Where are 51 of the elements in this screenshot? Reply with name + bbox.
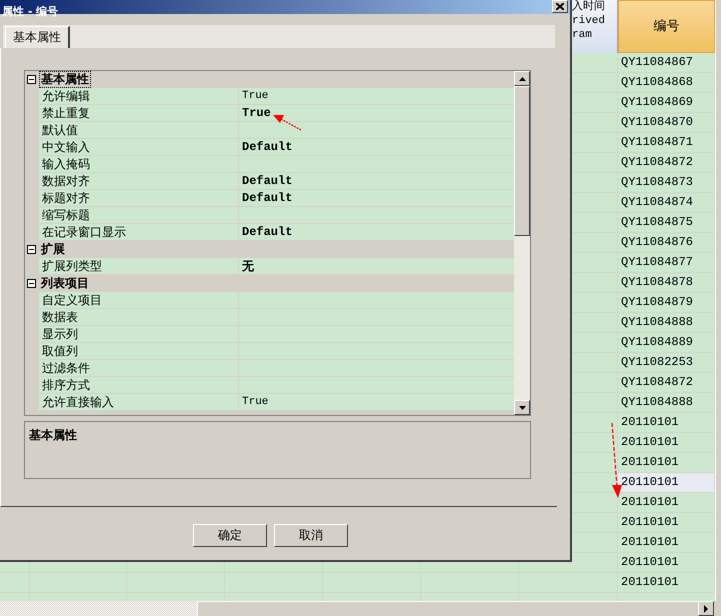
scrollbar-thumb[interactable]	[514, 86, 530, 236]
category-label[interactable]: 基本属性	[40, 72, 90, 87]
property-value[interactable]: True	[239, 105, 514, 122]
table-cell: 20110101	[618, 473, 715, 493]
property-name[interactable]: 取值列	[39, 343, 239, 360]
dialog-button[interactable]: 取消	[274, 524, 348, 547]
property-name[interactable]: 扩展列类型	[39, 258, 239, 275]
vertical-scrollbar[interactable]	[514, 71, 530, 415]
column-header[interactable]: 入时间 rived ram	[570, 0, 618, 53]
property-value[interactable]: 无	[239, 258, 514, 275]
property-name[interactable]: 排序方式	[39, 377, 239, 394]
property-name[interactable]: 禁止重复	[39, 105, 239, 122]
collapse-toggle[interactable]	[27, 279, 36, 288]
scroll-right-button[interactable]	[698, 601, 714, 616]
property-value[interactable]: True	[239, 394, 514, 411]
property-name[interactable]: 允许直接输入	[39, 394, 239, 411]
property-value[interactable]: True	[239, 88, 514, 105]
property-name[interactable]: 允许编辑	[39, 88, 239, 105]
dialog-button[interactable]: 确定	[193, 524, 267, 547]
minus-icon	[27, 279, 36, 288]
description-title: 基本属性	[29, 428, 77, 442]
property-name[interactable]: 标题对齐	[39, 190, 239, 207]
property-name[interactable]: 默认值	[39, 122, 239, 139]
property-name[interactable]: 显示列	[39, 326, 239, 343]
property-value[interactable]: Default	[239, 173, 514, 190]
property-name[interactable]: 中文输入	[39, 139, 239, 156]
category-label[interactable]: 扩展	[40, 242, 66, 257]
up-arrow-icon	[518, 76, 526, 80]
collapse-toggle[interactable]	[27, 75, 36, 84]
property-value[interactable]: Default	[239, 190, 514, 207]
close-icon	[556, 3, 564, 10]
down-arrow-icon	[518, 406, 526, 410]
column-header[interactable]: 编号	[618, 0, 715, 53]
minus-icon	[27, 75, 36, 84]
tab[interactable]: 基本属性	[5, 26, 70, 48]
property-name[interactable]: 输入掩码	[39, 156, 239, 173]
property-value[interactable]: Default	[239, 224, 514, 241]
property-value[interactable]: Default	[239, 139, 514, 156]
collapse-toggle[interactable]	[27, 245, 36, 254]
property-name[interactable]: 缩写标题	[39, 207, 239, 224]
property-name[interactable]: 在记录窗口显示	[39, 224, 239, 241]
property-name[interactable]: 数据对齐	[39, 173, 239, 190]
property-name[interactable]: 数据表	[39, 309, 239, 326]
scrollbar-thumb[interactable]	[197, 601, 698, 616]
category-label[interactable]: 列表项目	[40, 276, 90, 291]
right-arrow-icon	[703, 604, 709, 612]
minus-icon	[27, 245, 36, 254]
annotation-arrow	[271, 112, 303, 132]
property-name[interactable]: 自定义项目	[39, 292, 239, 309]
close-button[interactable]	[552, 0, 568, 13]
property-name[interactable]: 过滤条件	[39, 360, 239, 377]
